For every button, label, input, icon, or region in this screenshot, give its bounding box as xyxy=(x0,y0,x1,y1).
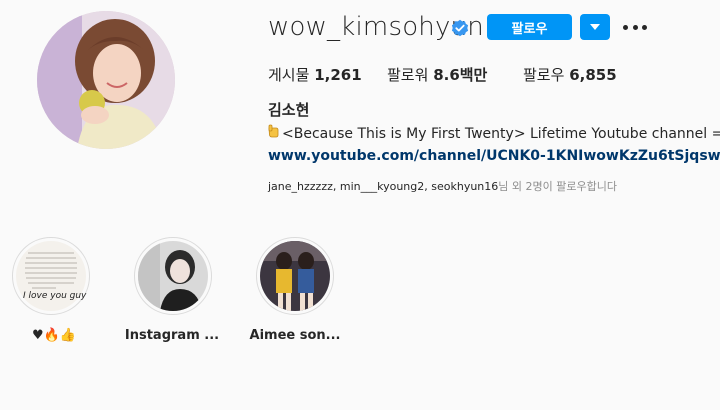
profile-website-link[interactable]: www.youtube.com/channel/UCNK0-1KNIwowKzZ… xyxy=(268,148,720,164)
posts-count: 게시물 1,261 xyxy=(268,66,362,84)
story-highlight[interactable] xyxy=(256,237,334,315)
highlight-label[interactable]: Instagram ... xyxy=(122,328,222,343)
highlight-label[interactable]: ♥🔥👍 xyxy=(32,328,76,343)
bio-text: <Because This is My First Twenty> Lifeti… xyxy=(282,126,720,142)
suggested-dropdown-button[interactable] xyxy=(580,14,610,40)
followers-count[interactable]: 팔로워 8.6백만 xyxy=(387,64,487,85)
avatar-photo xyxy=(37,11,175,149)
highlight-label[interactable]: Aimee son... xyxy=(245,328,345,343)
caret-down-icon xyxy=(590,24,600,30)
followed-by-text[interactable]: jane_hzzzzz, min___kyoung2, seokhyun16님 … xyxy=(268,178,617,194)
following-count[interactable]: 팔로우 6,855 xyxy=(523,64,617,85)
followed-by-suffix: 님 외 2명이 팔로우합니다 xyxy=(498,180,617,193)
follow-button[interactable]: 팔로우 xyxy=(487,14,572,40)
verified-badge-icon xyxy=(451,19,469,37)
highlight-cover xyxy=(138,241,208,311)
profile-full-name: 김소현 xyxy=(268,101,310,119)
highlight-cover-text: I love you guy xyxy=(23,291,87,301)
more-dots-icon xyxy=(623,24,628,30)
followed-by-names[interactable]: jane_hzzzzz, min___kyoung2, seokhyun16 xyxy=(268,180,498,193)
profile-bio: <Because This is My First Twenty> Lifeti… xyxy=(268,124,720,142)
story-highlight[interactable] xyxy=(134,237,212,315)
highlight-cover xyxy=(260,241,330,311)
story-highlight[interactable]: I love you guy xyxy=(12,237,90,315)
pointing-hand-icon xyxy=(268,124,282,142)
profile-avatar[interactable] xyxy=(37,11,175,149)
more-options-button[interactable] xyxy=(623,18,647,36)
